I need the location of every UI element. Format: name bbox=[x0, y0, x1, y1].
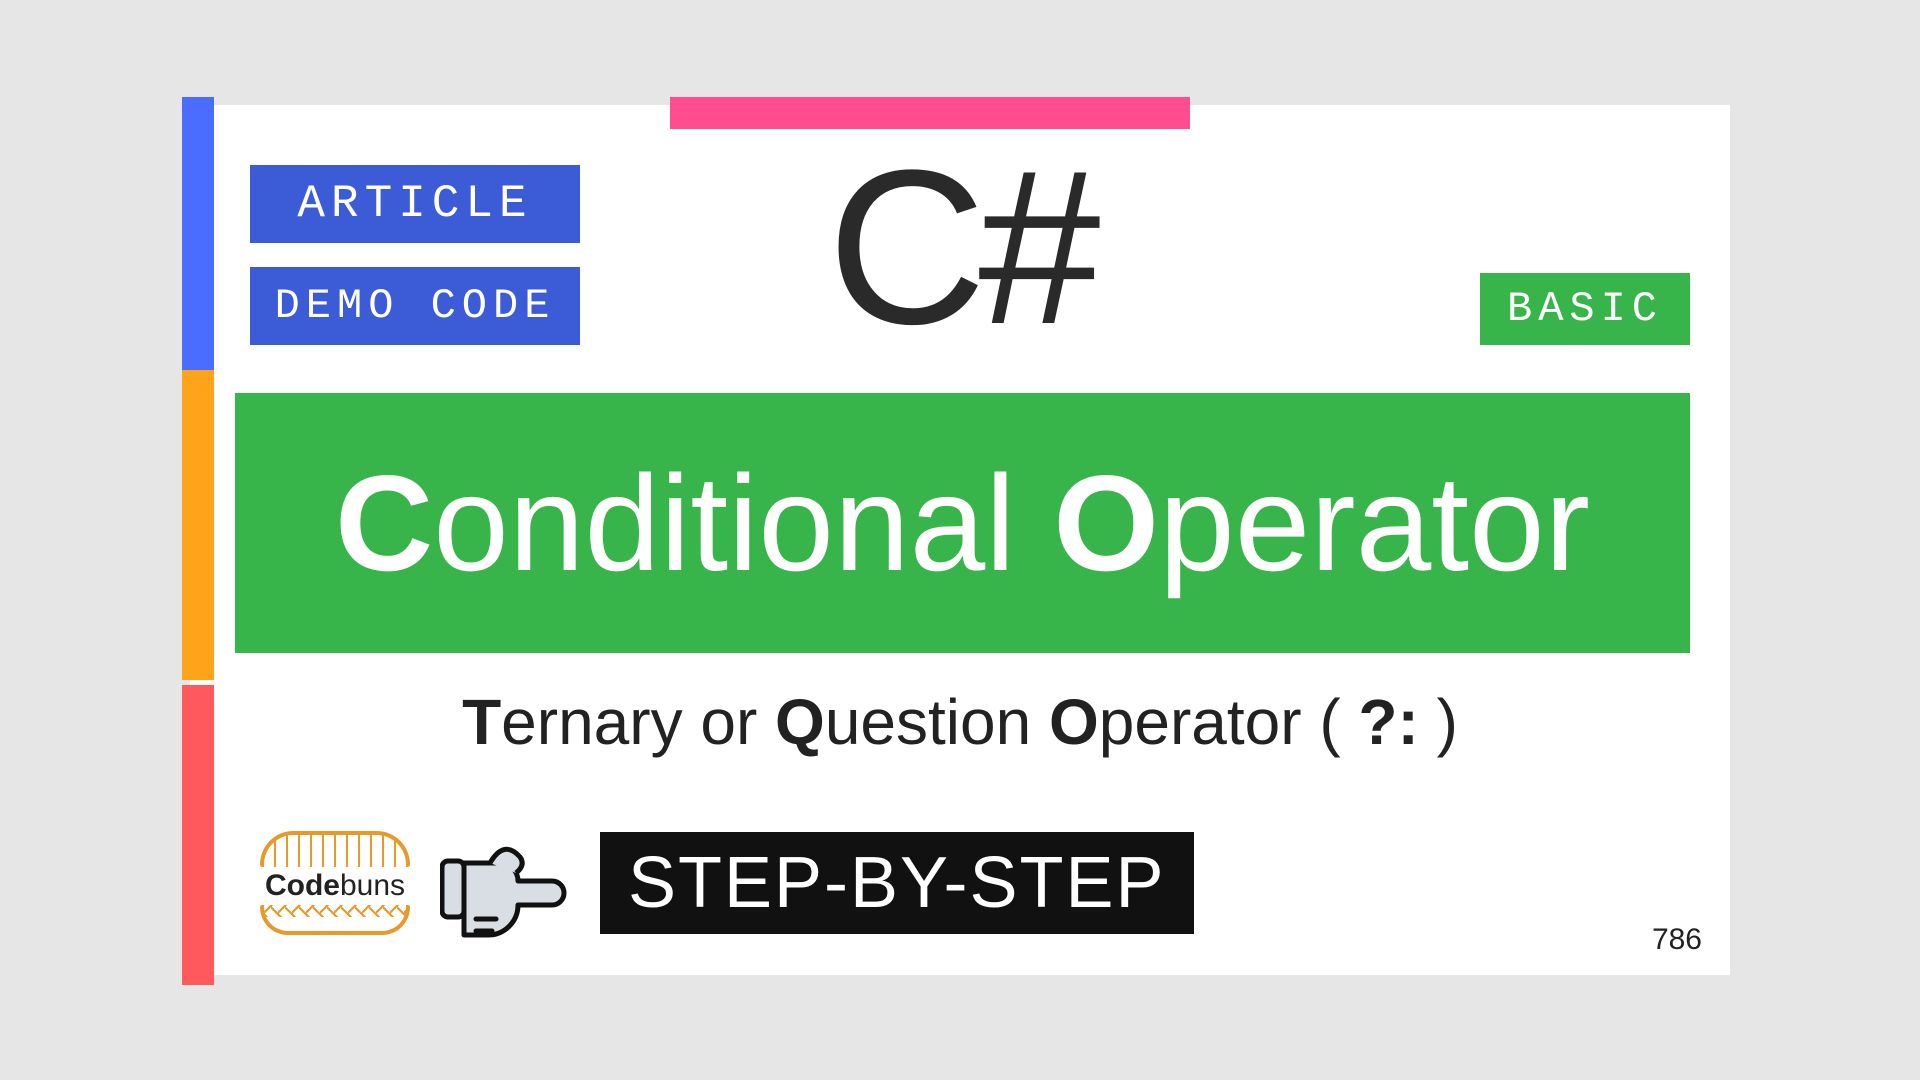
corner-number: 786 bbox=[1652, 923, 1702, 957]
subtitle-letter-o: O bbox=[1049, 686, 1099, 758]
pointing-hand-icon bbox=[440, 823, 570, 943]
logo-bun-bottom bbox=[260, 905, 410, 935]
subtitle-letter-t: T bbox=[462, 686, 501, 758]
subtitle-close: ) bbox=[1419, 686, 1458, 758]
subtitle-part-perator-open: perator ( bbox=[1099, 686, 1359, 758]
logo-text-rest: buns bbox=[340, 869, 405, 902]
subtitle-part-uestion: uestion bbox=[825, 686, 1049, 758]
title-letter-c: C bbox=[335, 447, 433, 599]
footer-row: Codebuns STEP-BY-STEP bbox=[260, 823, 1194, 943]
language-heading: C# bbox=[190, 137, 1730, 357]
logo-text: Codebuns bbox=[263, 869, 407, 903]
subtitle-letter-q: Q bbox=[775, 686, 825, 758]
subtitle-symbol: ?: bbox=[1358, 686, 1418, 758]
logo-zigzag bbox=[264, 905, 406, 917]
codebuns-logo: Codebuns bbox=[260, 831, 410, 935]
logo-bun-top bbox=[260, 831, 410, 867]
logo-text-bold: Code bbox=[265, 869, 340, 902]
subtitle: Ternary or Question Operator ( ?: ) bbox=[190, 685, 1730, 759]
thumbnail-card: ARTICLE DEMO CODE BASIC C# Conditional O… bbox=[190, 105, 1730, 975]
title-part-perator: perator bbox=[1159, 447, 1590, 599]
step-by-step-badge: STEP-BY-STEP bbox=[600, 832, 1194, 934]
title-part-onditional: onditional bbox=[433, 447, 1053, 599]
subtitle-part-ernary: ernary or bbox=[501, 686, 775, 758]
title-bar: Conditional Operator bbox=[235, 393, 1690, 653]
title-letter-o: O bbox=[1053, 447, 1159, 599]
accent-stripe-orange bbox=[182, 370, 214, 680]
